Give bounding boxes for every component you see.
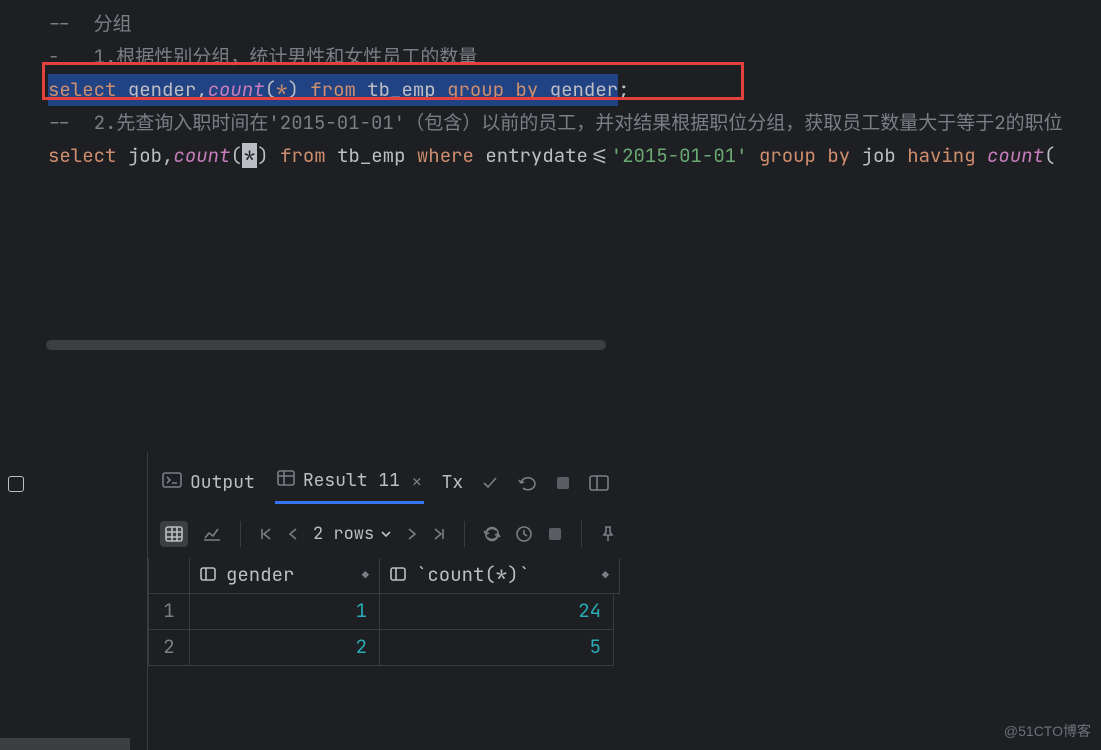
row-number: 1 [148,594,190,630]
tab-result-label: Result 11 [303,466,400,497]
sql-statement-2: select job,count(*) from tb_emp where en… [46,140,1101,173]
row-number-header[interactable] [148,558,190,594]
refresh-icon[interactable] [483,525,501,543]
watermark: @51CTO博客 [1004,720,1091,744]
sql-editor[interactable]: -- 分组 - 1.根据性别分组，统计男性和女性员工的数量 select gen… [0,0,1101,355]
sort-icon[interactable]: ◆ [362,565,369,585]
console-icon [162,468,182,499]
comment-line: -- 分组 [48,11,132,36]
column-icon [200,559,216,591]
grid-icon [277,466,295,497]
tab-output[interactable]: Output [160,464,257,503]
row-count-dropdown[interactable]: 2 rows [313,520,392,549]
layout-split-icon[interactable] [589,475,609,491]
horizontal-scrollbar[interactable] [46,340,606,350]
sort-icon[interactable]: ◆ [602,565,609,585]
column-label: gender [226,559,294,591]
tab-output-label: Output [190,468,255,499]
result-toolbar: 2 rows [160,512,616,556]
grid-view-icon[interactable] [160,521,188,547]
close-icon[interactable]: ✕ [412,468,422,495]
panel-left-gutter [0,452,148,750]
column-label: `count(*)` [416,559,530,591]
separator [464,521,465,547]
horizontal-scrollbar[interactable] [0,738,130,750]
result-tabs: Output Result 11 ✕ Tx [160,460,609,506]
history-clock-icon[interactable] [515,525,533,543]
pin-icon[interactable] [600,525,616,543]
separator [581,521,582,547]
panel-gutter-icon[interactable] [8,476,24,492]
result-table: gender ◆ `count(*)` ◆ 1 1 24 2 2 5 [148,558,620,666]
column-header-count[interactable]: `count(*)` ◆ [380,558,620,594]
results-panel: Output Result 11 ✕ Tx 2 rows [0,452,1101,750]
cell-gender[interactable]: 2 [190,630,380,666]
prev-page-icon[interactable] [287,527,299,541]
rollback-undo-icon[interactable] [517,474,537,492]
chart-view-icon[interactable] [202,526,222,542]
cell-count[interactable]: 24 [380,594,614,630]
row-number: 2 [148,630,190,666]
column-header-gender[interactable]: gender ◆ [190,558,380,594]
row-count-label: 2 rows [313,520,374,549]
first-page-icon[interactable] [259,527,273,541]
column-icon [390,559,406,591]
stop-icon[interactable] [547,526,563,542]
separator [240,521,241,547]
comment-line: -- 2.先查询入职时间在'2015-01-01'（包含）以前的员工，并对结果根… [48,110,1063,135]
chevron-down-icon [380,529,392,539]
tab-result[interactable]: Result 11 ✕ [275,462,424,504]
cell-count[interactable]: 5 [380,630,614,666]
table-row[interactable]: 1 1 24 [148,594,620,630]
comment-line: - 1.根据性别分组，统计男性和女性员工的数量 [48,44,477,69]
tx-label[interactable]: Tx [442,468,464,499]
commit-check-icon[interactable] [481,474,499,492]
next-page-icon[interactable] [406,527,418,541]
last-page-icon[interactable] [432,527,446,541]
stop-icon[interactable] [555,475,571,491]
cell-gender[interactable]: 1 [190,594,380,630]
sql-statement-1: select gender,count(*) from tb_emp group… [46,74,1101,107]
table-header-row: gender ◆ `count(*)` ◆ [148,558,620,594]
table-row[interactable]: 2 2 5 [148,630,620,666]
